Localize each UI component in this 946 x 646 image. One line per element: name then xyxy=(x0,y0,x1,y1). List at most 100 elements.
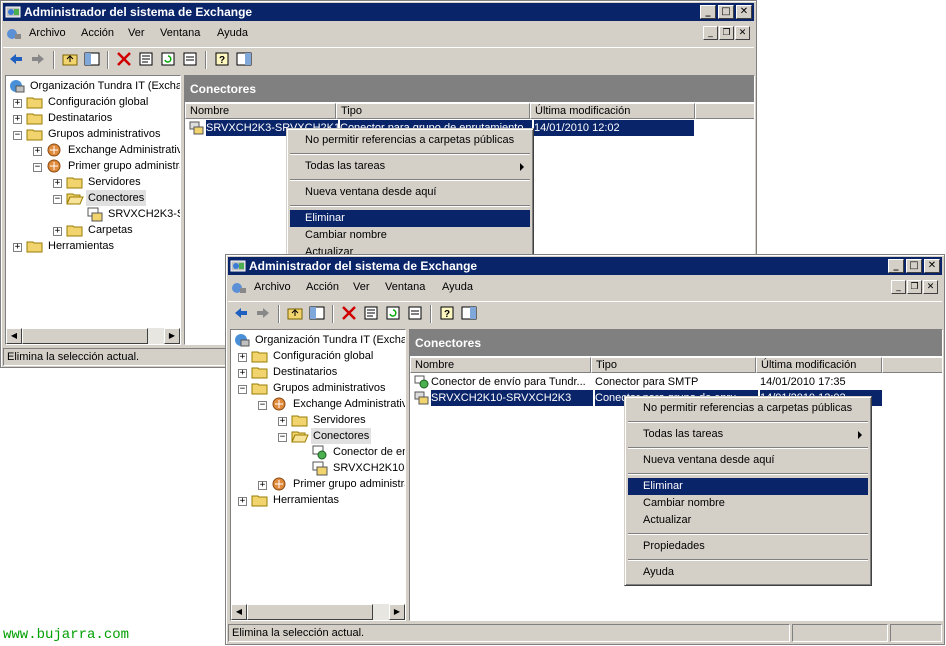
menu-accion[interactable]: Acción xyxy=(81,27,114,39)
scroll-right-button[interactable]: ▶ xyxy=(389,604,405,620)
column-header-nombre[interactable]: Nombre xyxy=(185,103,336,119)
collapse-toggle[interactable]: − xyxy=(238,385,247,394)
tree-item-connector[interactable]: SRVXCH2K3-SR xyxy=(86,206,180,222)
refresh-icon[interactable] xyxy=(159,51,177,67)
tree-horizontal-scrollbar[interactable]: ◀ ▶ xyxy=(231,604,405,620)
help-icon[interactable]: ? xyxy=(438,305,456,321)
up-level-icon[interactable] xyxy=(61,51,79,67)
tree-item-primer-grupo[interactable]: Primer grupo administra xyxy=(46,158,180,174)
export-list-icon[interactable] xyxy=(181,51,199,67)
back-arrow-icon[interactable] xyxy=(232,305,250,321)
scroll-left-button[interactable]: ◀ xyxy=(6,328,22,344)
tree-item-organization[interactable]: Organización Tundra IT (Exchar xyxy=(233,332,405,348)
child-minimize-button[interactable]: _ xyxy=(891,280,906,294)
tree-item-connector-routing[interactable]: SRVXCH2K10-S xyxy=(311,460,405,476)
collapse-toggle[interactable]: − xyxy=(258,401,267,410)
expand-toggle[interactable]: + xyxy=(13,243,22,252)
properties-icon[interactable] xyxy=(137,51,155,67)
expand-toggle[interactable]: + xyxy=(53,227,62,236)
menu-item-cambiar-nombre[interactable]: Cambiar nombre xyxy=(628,495,868,512)
child-restore-button[interactable]: ❐ xyxy=(907,280,922,294)
forward-arrow-icon[interactable] xyxy=(254,305,272,321)
menu-ver[interactable]: Ver xyxy=(128,27,145,39)
menu-item-todas-las-tareas[interactable]: Todas las tareas xyxy=(628,426,868,443)
menu-item-cambiar-nombre[interactable]: Cambiar nombre xyxy=(290,227,530,244)
tree-item-destinatarios[interactable]: Destinatarios xyxy=(251,364,405,380)
minimize-button[interactable]: _ xyxy=(700,5,716,19)
tree-item-carpetas[interactable]: Carpetas xyxy=(66,222,180,238)
menu-item-eliminar[interactable]: Eliminar xyxy=(628,478,868,495)
tree-item-organization[interactable]: Organización Tundra IT (Exchar xyxy=(8,78,180,94)
column-header-tipo[interactable]: Tipo xyxy=(336,103,530,119)
tree-item-servidores[interactable]: Servidores xyxy=(291,412,405,428)
menu-item-propiedades[interactable]: Propiedades xyxy=(628,538,868,555)
menu-ventana[interactable]: Ventana xyxy=(160,27,200,39)
show-hide-action-pane-icon[interactable] xyxy=(460,305,478,321)
column-header-ultima-modificacion[interactable]: Última modificación xyxy=(530,103,695,119)
show-hide-tree-icon[interactable] xyxy=(308,305,326,321)
expand-toggle[interactable]: + xyxy=(13,115,22,124)
menu-item-todas-las-tareas[interactable]: Todas las tareas xyxy=(290,158,530,175)
menu-item-nueva-ventana[interactable]: Nueva ventana desde aquí xyxy=(290,184,530,201)
tree-item-configuracion-global[interactable]: Configuración global xyxy=(251,348,405,364)
expand-toggle[interactable]: + xyxy=(278,417,287,426)
collapse-toggle[interactable]: − xyxy=(278,433,287,442)
maximize-button[interactable]: □ xyxy=(718,5,734,19)
help-icon[interactable]: ? xyxy=(213,51,231,67)
menu-item-no-permitir-referencias[interactable]: No permitir referencias a carpetas públi… xyxy=(290,132,530,149)
tree-item-herramientas[interactable]: Herramientas xyxy=(26,238,180,254)
child-restore-button[interactable]: ❐ xyxy=(719,26,734,40)
tree-item-grupos-administrativos[interactable]: Grupos administrativos xyxy=(251,380,405,396)
expand-toggle[interactable]: + xyxy=(258,481,267,490)
column-header-tipo[interactable]: Tipo xyxy=(591,357,756,373)
column-header-nombre[interactable]: Nombre xyxy=(410,357,591,373)
expand-toggle[interactable]: + xyxy=(33,147,42,156)
up-level-icon[interactable] xyxy=(286,305,304,321)
menu-item-actualizar[interactable]: Actualizar xyxy=(628,512,868,529)
scroll-thumb[interactable] xyxy=(247,604,373,620)
menu-ventana[interactable]: Ventana xyxy=(385,281,425,293)
back-title-bar[interactable]: Administrador del sistema de Exchange _ … xyxy=(3,3,754,21)
forward-arrow-icon[interactable] xyxy=(29,51,47,67)
expand-toggle[interactable]: + xyxy=(238,369,247,378)
front-title-bar[interactable]: Administrador del sistema de Exchange _ … xyxy=(228,257,942,275)
menu-item-no-permitir-referencias[interactable]: No permitir referencias a carpetas públi… xyxy=(628,400,868,417)
tree-item-connector-smtp[interactable]: Conector de env xyxy=(311,444,405,460)
back-arrow-icon[interactable] xyxy=(7,51,25,67)
tree-item-herramientas[interactable]: Herramientas xyxy=(251,492,405,508)
expand-toggle[interactable]: + xyxy=(238,353,247,362)
menu-archivo[interactable]: Archivo xyxy=(29,27,66,39)
menu-item-ayuda[interactable]: Ayuda xyxy=(628,564,868,581)
expand-toggle[interactable]: + xyxy=(238,497,247,506)
child-minimize-button[interactable]: _ xyxy=(703,26,718,40)
scroll-right-button[interactable]: ▶ xyxy=(164,328,180,344)
collapse-toggle[interactable]: − xyxy=(53,195,62,204)
menu-ver[interactable]: Ver xyxy=(353,281,370,293)
tree-item-exchange-administrativ[interactable]: Exchange Administrativ xyxy=(46,142,180,158)
menu-item-nueva-ventana[interactable]: Nueva ventana desde aquí xyxy=(628,452,868,469)
tree-item-conectores[interactable]: Conectores xyxy=(291,428,405,444)
tree-horizontal-scrollbar[interactable]: ◀ ▶ xyxy=(6,328,180,344)
collapse-toggle[interactable]: − xyxy=(13,131,22,140)
table-row[interactable]: Conector de envío para Tundr... Conector… xyxy=(412,374,882,390)
scroll-thumb[interactable] xyxy=(22,328,148,344)
scroll-left-button[interactable]: ◀ xyxy=(231,604,247,620)
tree-item-destinatarios[interactable]: Destinatarios xyxy=(26,110,180,126)
export-list-icon[interactable] xyxy=(406,305,424,321)
delete-icon[interactable] xyxy=(115,51,133,67)
menu-accion[interactable]: Acción xyxy=(306,281,339,293)
tree-item-primer-grupo[interactable]: Primer grupo administra xyxy=(271,476,405,492)
delete-icon[interactable] xyxy=(340,305,358,321)
tree-item-grupos-administrativos[interactable]: Grupos administrativos xyxy=(26,126,180,142)
minimize-button[interactable]: _ xyxy=(888,259,904,273)
menu-ayuda[interactable]: Ayuda xyxy=(442,281,473,293)
tree-item-conectores[interactable]: Conectores xyxy=(66,190,180,206)
child-close-button[interactable]: ✕ xyxy=(735,26,750,40)
refresh-icon[interactable] xyxy=(384,305,402,321)
tree-item-servidores[interactable]: Servidores xyxy=(66,174,180,190)
tree-item-exchange-administrativ[interactable]: Exchange Administrativ xyxy=(271,396,405,412)
tree-item-configuracion-global[interactable]: Configuración global xyxy=(26,94,180,110)
maximize-button[interactable]: □ xyxy=(906,259,922,273)
column-header-ultima-modificacion[interactable]: Última modificación xyxy=(756,357,882,373)
child-close-button[interactable]: ✕ xyxy=(923,280,938,294)
